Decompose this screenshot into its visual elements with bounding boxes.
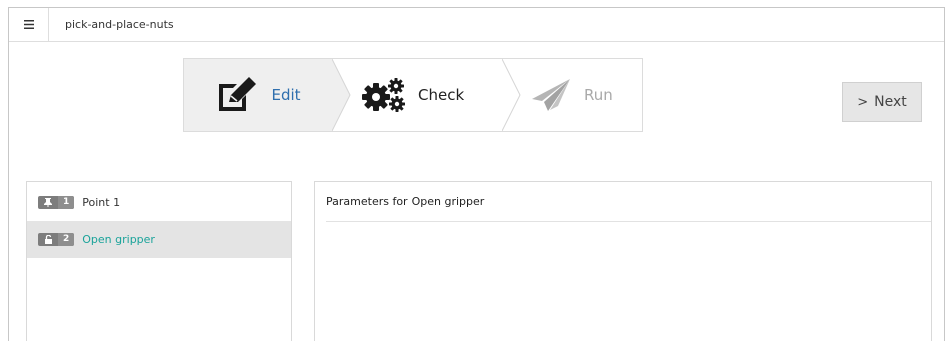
gears-icon	[362, 78, 405, 112]
step-edit[interactable]: Edit	[184, 59, 332, 131]
parameters-target: Open gripper	[411, 195, 485, 208]
edit-icon	[219, 77, 257, 111]
parameters-header: Parameters for Open gripper	[326, 182, 931, 222]
workflow-wizard: Edit Check Run	[183, 58, 643, 132]
step-run-label: Run	[584, 86, 613, 104]
step-check[interactable]: Check	[332, 59, 502, 131]
pin-icon	[38, 196, 58, 209]
item-label: Open gripper	[82, 233, 155, 246]
chevron-right-icon: >	[857, 94, 869, 110]
step-edit-label: Edit	[271, 86, 301, 104]
item-badge: 1	[38, 196, 75, 209]
item-label: Point 1	[82, 196, 121, 209]
item-number: 2	[58, 233, 75, 246]
next-button-label: Next	[874, 94, 907, 110]
item-number: 1	[58, 196, 75, 209]
step-check-label: Check	[418, 86, 465, 104]
menu-button[interactable]	[9, 8, 49, 41]
next-button[interactable]: > Next	[842, 82, 922, 122]
item-badge: 2	[38, 233, 75, 246]
list-item-open-gripper[interactable]: 2 Open gripper	[27, 221, 291, 258]
list-item-point-1[interactable]: 1 Point 1	[27, 184, 291, 221]
unlock-icon	[38, 233, 58, 246]
parameters-prefix: Parameters for	[326, 195, 408, 208]
step-run: Run	[502, 59, 642, 131]
project-name: pick-and-place-nuts	[65, 18, 174, 31]
top-bar: pick-and-place-nuts	[9, 8, 944, 42]
hamburger-icon	[23, 20, 34, 29]
parameters-panel: Parameters for Open gripper	[314, 181, 932, 341]
program-list: 1 Point 1 2 Open gripper	[26, 181, 292, 341]
paper-plane-icon	[532, 79, 570, 111]
